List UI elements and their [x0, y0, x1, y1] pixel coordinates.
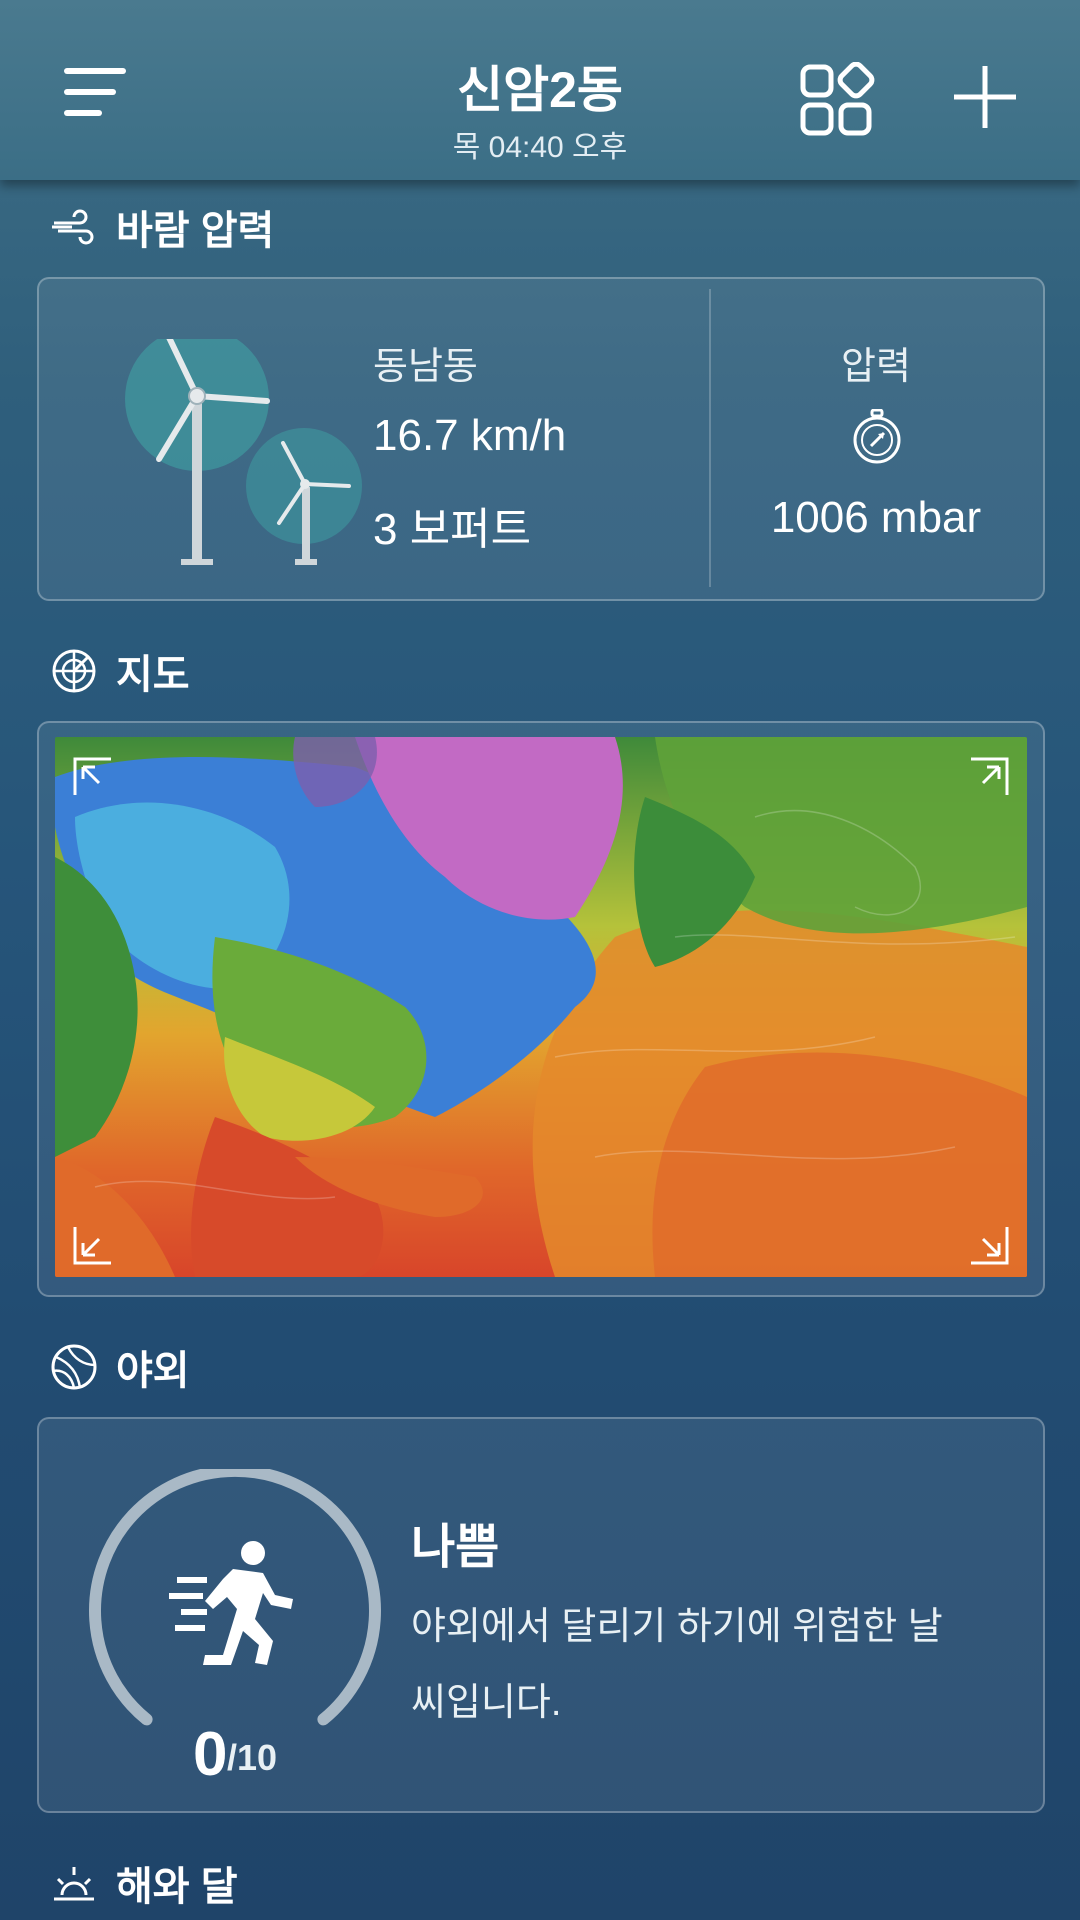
sunrise-icon — [54, 1867, 94, 1901]
expand-corner-icon — [971, 1227, 1009, 1265]
widgets-icon[interactable] — [800, 62, 876, 138]
outdoor-section-title: 야외 — [116, 1349, 190, 1393]
map-section-header: 지도 — [50, 644, 190, 698]
outdoor-level: 나쁨 — [411, 1521, 500, 1574]
pressure-value: 1006 mbar — [770, 493, 982, 542]
expand-corner-icon — [73, 757, 111, 795]
wind-turbine-icon — [125, 339, 362, 565]
outdoor-score-max: /10 — [227, 1737, 278, 1778]
weather-map-card[interactable] — [37, 721, 1045, 1297]
wind-speed: 16.7 km/h — [373, 411, 567, 460]
wind-beaufort: 3 보퍼트 — [373, 505, 532, 554]
runner-icon — [169, 1541, 293, 1665]
sun-moon-section-title: 해와 달 — [116, 1865, 238, 1909]
ball-icon — [51, 1344, 97, 1390]
expand-corner-icon — [73, 1227, 111, 1265]
location-title[interactable]: 신암2동 — [0, 50, 1080, 122]
radar-icon — [52, 649, 96, 693]
expand-corner-icon — [971, 757, 1009, 795]
local-time: 목 04:40 오후 — [452, 131, 628, 164]
wind-icon — [52, 209, 94, 245]
weather-map-image — [55, 737, 1027, 1277]
outdoor-section-header: 야외 — [50, 1340, 190, 1394]
wind-direction: 동남동 — [373, 346, 478, 388]
weather-map[interactable] — [55, 737, 1027, 1277]
map-section-title: 지도 — [116, 653, 190, 697]
outdoor-score: 0 — [193, 1720, 228, 1789]
wind-section-title: 바람 압력 — [116, 209, 275, 253]
score-gauge — [89, 1469, 381, 1726]
compass-icon — [853, 409, 901, 464]
outdoor-activity-card[interactable]: 0 /10 나쁨 야외에서 달리기 하기에 위험한 날씨입니다. — [37, 1417, 1045, 1813]
pressure-label: 압력 — [841, 346, 911, 388]
wind-pressure-card[interactable]: 동남동 16.7 km/h 3 보퍼트 압력 1006 mbar — [37, 277, 1045, 601]
app-header: 신암2동 목 04:40 오후 — [0, 0, 1080, 180]
sun-moon-section-header: 해와 달 — [50, 1856, 238, 1910]
add-icon[interactable] — [950, 62, 1020, 132]
wind-section-header: 바람 압력 — [50, 200, 274, 254]
outdoor-description: 야외에서 달리기 하기에 위험한 날씨입니다. — [411, 1606, 943, 1724]
